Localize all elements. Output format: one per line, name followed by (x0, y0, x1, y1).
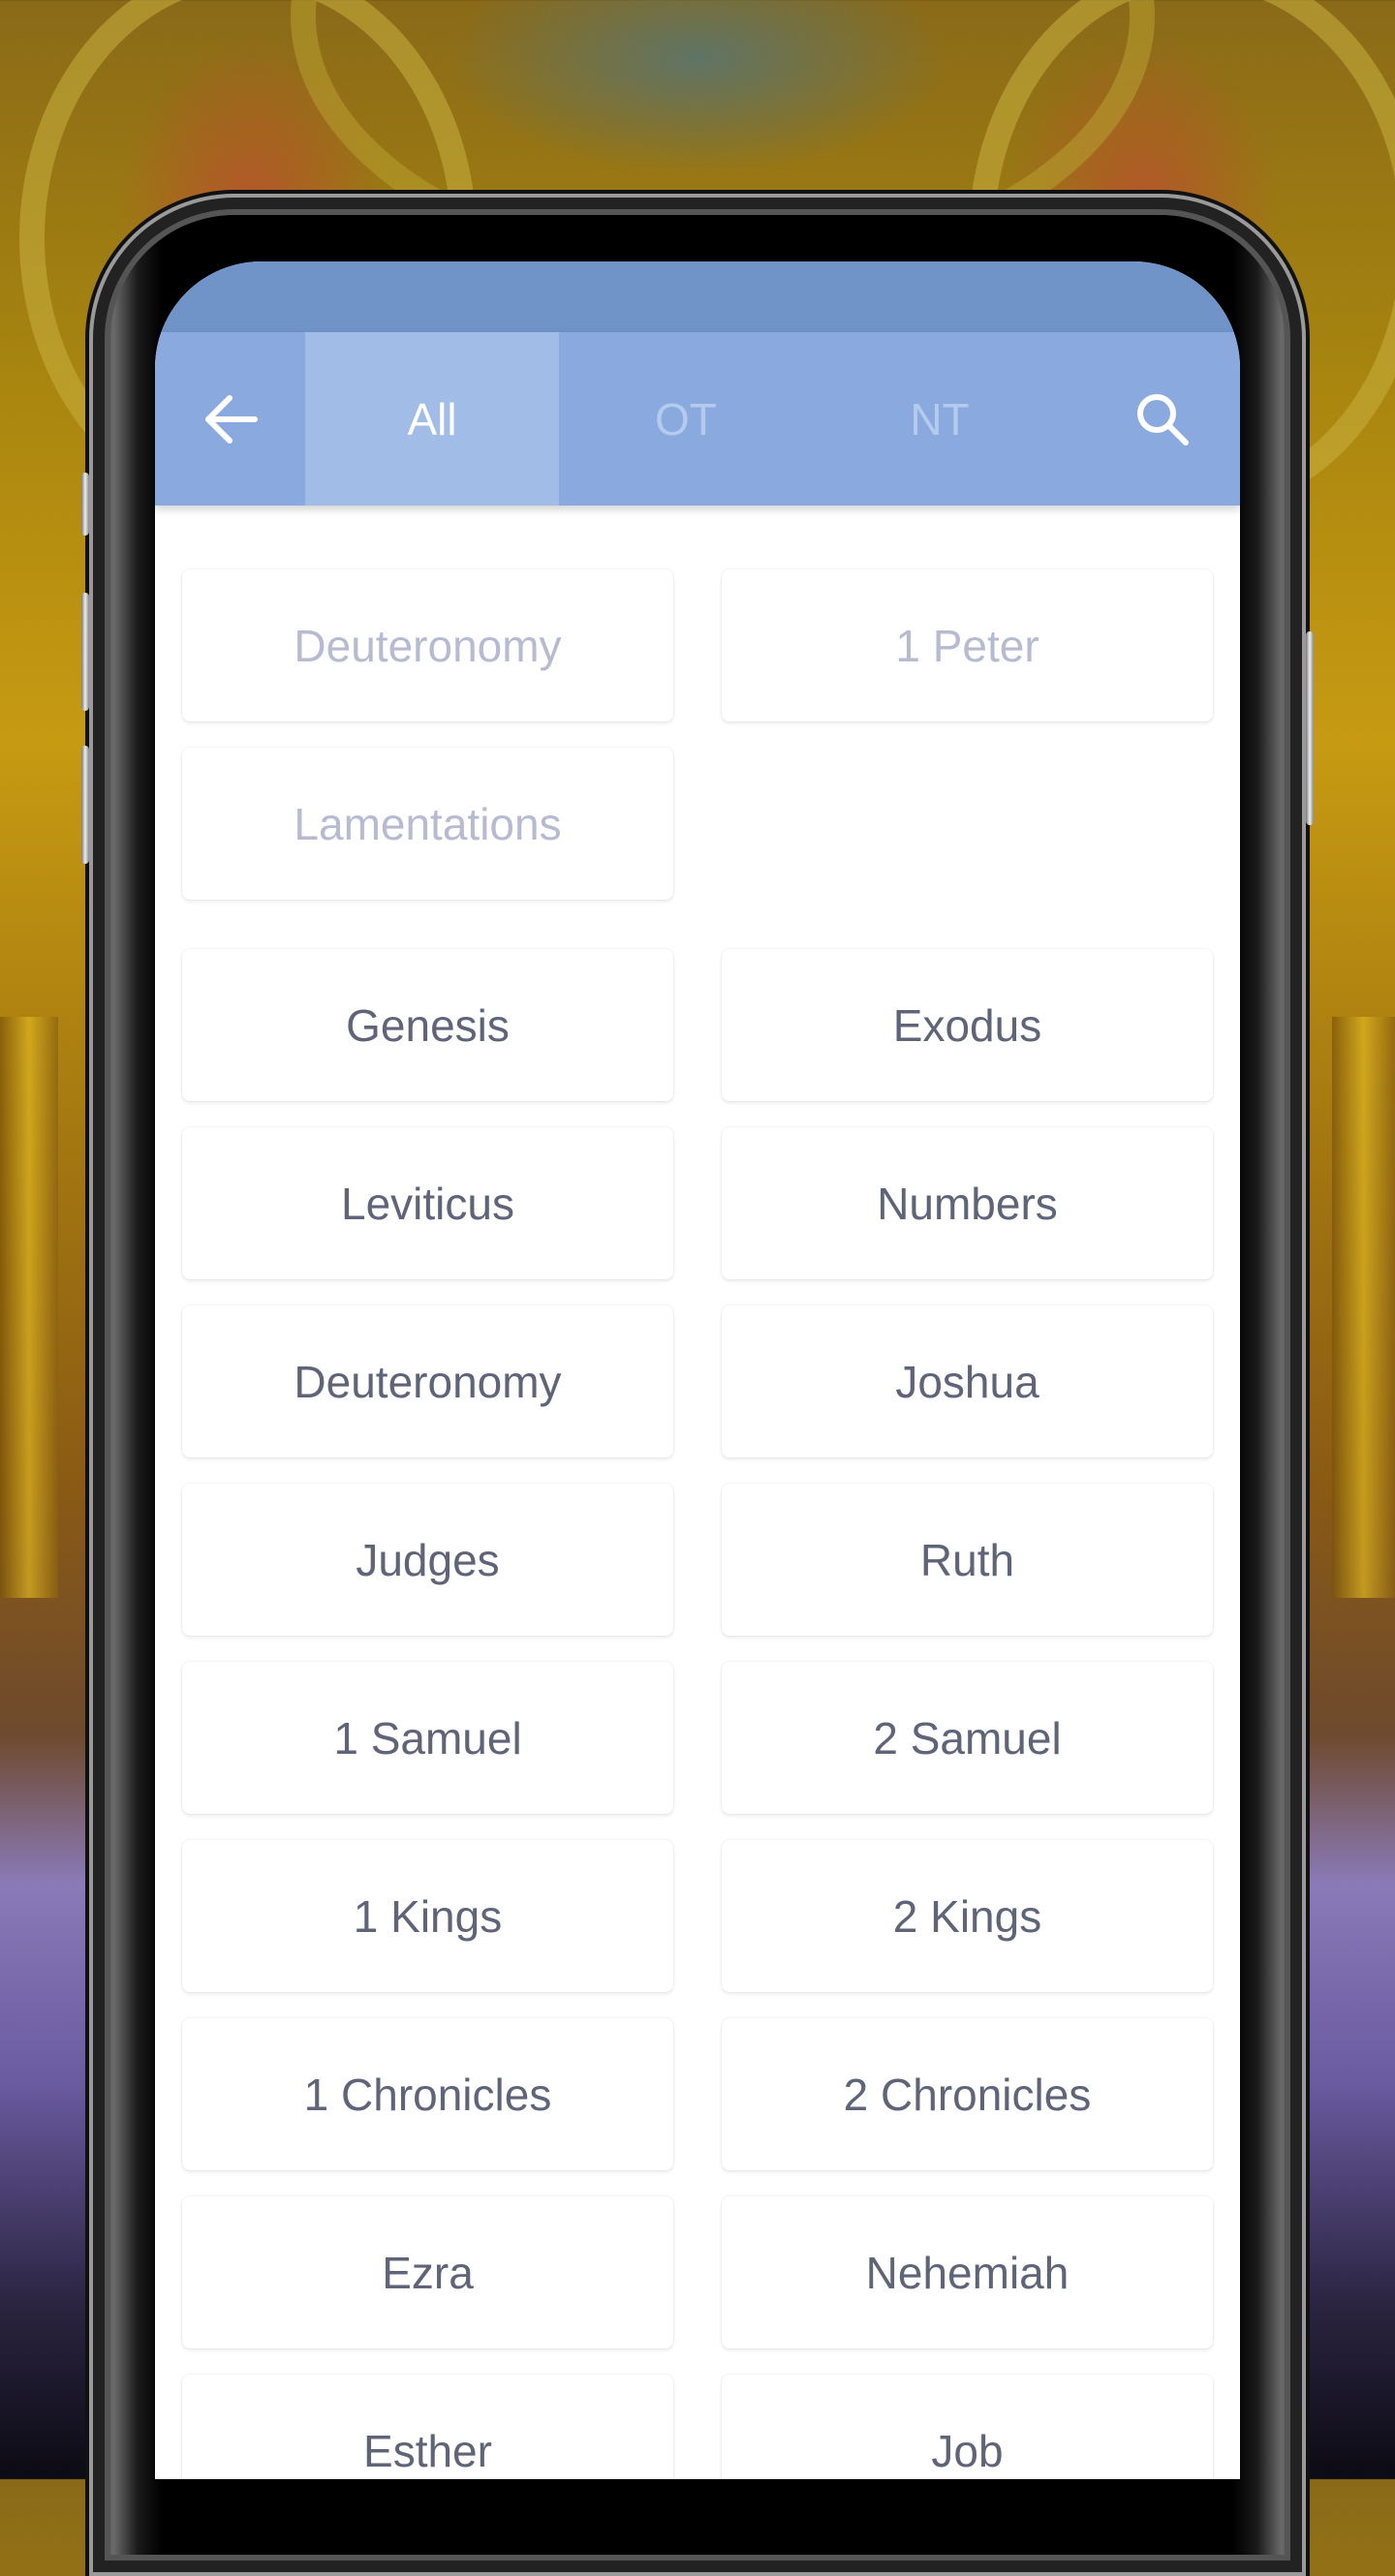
search-button[interactable] (1067, 332, 1240, 506)
book-card[interactable]: Joshua (722, 1305, 1213, 1457)
all-books-grid: Genesis Exodus Leviticus Numbers Deutero… (182, 949, 1213, 2479)
book-card[interactable]: Numbers (722, 1127, 1213, 1279)
book-card[interactable]: Job (722, 2375, 1213, 2479)
book-filter-tab-bar: All OT NT (155, 332, 1240, 506)
tab-all[interactable]: All (305, 332, 559, 506)
book-card[interactable]: Deuteronomy (182, 1305, 673, 1457)
recent-book-card[interactable]: 1 Peter (722, 569, 1213, 721)
status-bar (155, 261, 1240, 332)
book-card[interactable]: 1 Chronicles (182, 2018, 673, 2170)
tab-old-testament[interactable]: OT (559, 332, 813, 506)
book-card[interactable]: Esther (182, 2375, 673, 2479)
book-card[interactable]: Nehemiah (722, 2196, 1213, 2348)
phone-volume-down-button (81, 746, 89, 864)
book-card[interactable]: 2 Chronicles (722, 2018, 1213, 2170)
book-card[interactable]: Exodus (722, 949, 1213, 1101)
recent-books-grid: Deuteronomy 1 Peter Lamentations (182, 569, 1213, 900)
book-card[interactable]: Judges (182, 1484, 673, 1636)
back-button[interactable] (155, 332, 305, 506)
phone-mute-switch (81, 473, 89, 536)
phone-volume-up-button (81, 593, 89, 711)
book-card[interactable]: 1 Samuel (182, 1662, 673, 1814)
book-card[interactable]: 2 Samuel (722, 1662, 1213, 1814)
book-card[interactable]: Leviticus (182, 1127, 673, 1279)
book-card[interactable]: 1 Kings (182, 1840, 673, 1992)
recent-book-card[interactable]: Deuteronomy (182, 569, 673, 721)
tab-new-testament[interactable]: NT (813, 332, 1067, 506)
book-card[interactable]: Genesis (182, 949, 673, 1101)
phone-power-button (1306, 631, 1314, 825)
arrow-left-icon (204, 394, 258, 444)
book-card[interactable]: Ruth (722, 1484, 1213, 1636)
book-card[interactable]: 2 Kings (722, 1840, 1213, 1992)
app-screen: All OT NT Deuteronomy 1 Peter Lamentatio… (155, 261, 1240, 2479)
recent-book-card[interactable]: Lamentations (182, 748, 673, 900)
book-card[interactable]: Ezra (182, 2196, 673, 2348)
background-pillar-left (0, 1017, 58, 1598)
search-icon (1137, 393, 1189, 445)
book-list: Deuteronomy 1 Peter Lamentations Genesis… (155, 506, 1240, 2479)
background-pillar-right (1332, 1017, 1395, 1598)
